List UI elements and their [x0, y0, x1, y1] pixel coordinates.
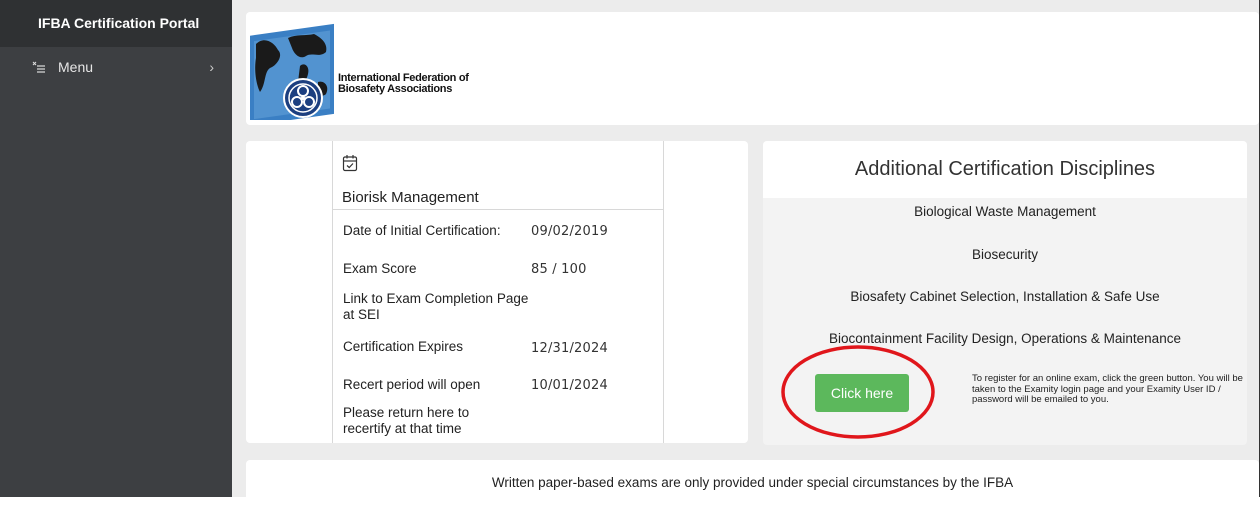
disciplines-title: Additional Certification Disciplines: [763, 141, 1247, 198]
initial-certification-date-label: Date of Initial Certification:: [343, 223, 501, 238]
additional-disciplines-card: Additional Certification Disciplines Bio…: [763, 141, 1247, 445]
organization-name-line2: Biosafety Associations: [338, 83, 453, 95]
certification-card: Biorisk Management Date of Initial Certi…: [246, 141, 748, 443]
header-banner: International Federation of Biosafety As…: [246, 12, 1259, 125]
exam-completion-link[interactable]: Link to Exam Completion Page at SEI: [343, 291, 533, 323]
exam-score-value: 85 / 100: [531, 262, 587, 277]
register-exam-button[interactable]: Click here: [815, 374, 909, 412]
certification-expires-label: Certification Expires: [343, 339, 464, 354]
exam-score-label: Exam Score: [343, 261, 417, 276]
calendar-check-icon: [342, 155, 358, 172]
certification-expires-value: 12/31/2024: [531, 341, 608, 356]
organization-name: International Federation of Biosafety As…: [338, 73, 469, 95]
portal-title: IFBA Certification Portal: [0, 0, 232, 47]
certification-title: Biorisk Management: [342, 189, 479, 206]
globe-logo-icon: [250, 23, 334, 120]
initial-certification-date-value: 09/02/2019: [531, 224, 608, 239]
divider: [333, 209, 663, 210]
menu-label: Menu: [58, 59, 94, 75]
discipline-item: Biocontainment Facility Design, Operatio…: [829, 331, 1181, 346]
register-instructions: To register for an online exam, click th…: [972, 373, 1243, 405]
paper-exam-notice: Written paper-based exams are only provi…: [246, 460, 1259, 497]
chevron-right-icon: ›: [209, 59, 214, 75]
sidebar-menu-toggle[interactable]: Menu ›: [0, 47, 232, 87]
certification-details: Biorisk Management Date of Initial Certi…: [332, 141, 664, 443]
discipline-item: Biosafety Cabinet Selection, Installatio…: [850, 289, 1160, 304]
discipline-item: Biological Waste Management: [914, 204, 1096, 219]
recert-period-value: 10/01/2024: [531, 378, 608, 393]
main-content: International Federation of Biosafety As…: [232, 0, 1259, 497]
menu-icon: [32, 61, 45, 73]
recert-note: Please return here to recertify at that …: [343, 405, 470, 436]
sidebar: IFBA Certification Portal Menu ›: [0, 0, 232, 497]
discipline-item: Biosecurity: [971, 247, 1039, 262]
recert-period-label: Recert period will open: [343, 377, 481, 392]
